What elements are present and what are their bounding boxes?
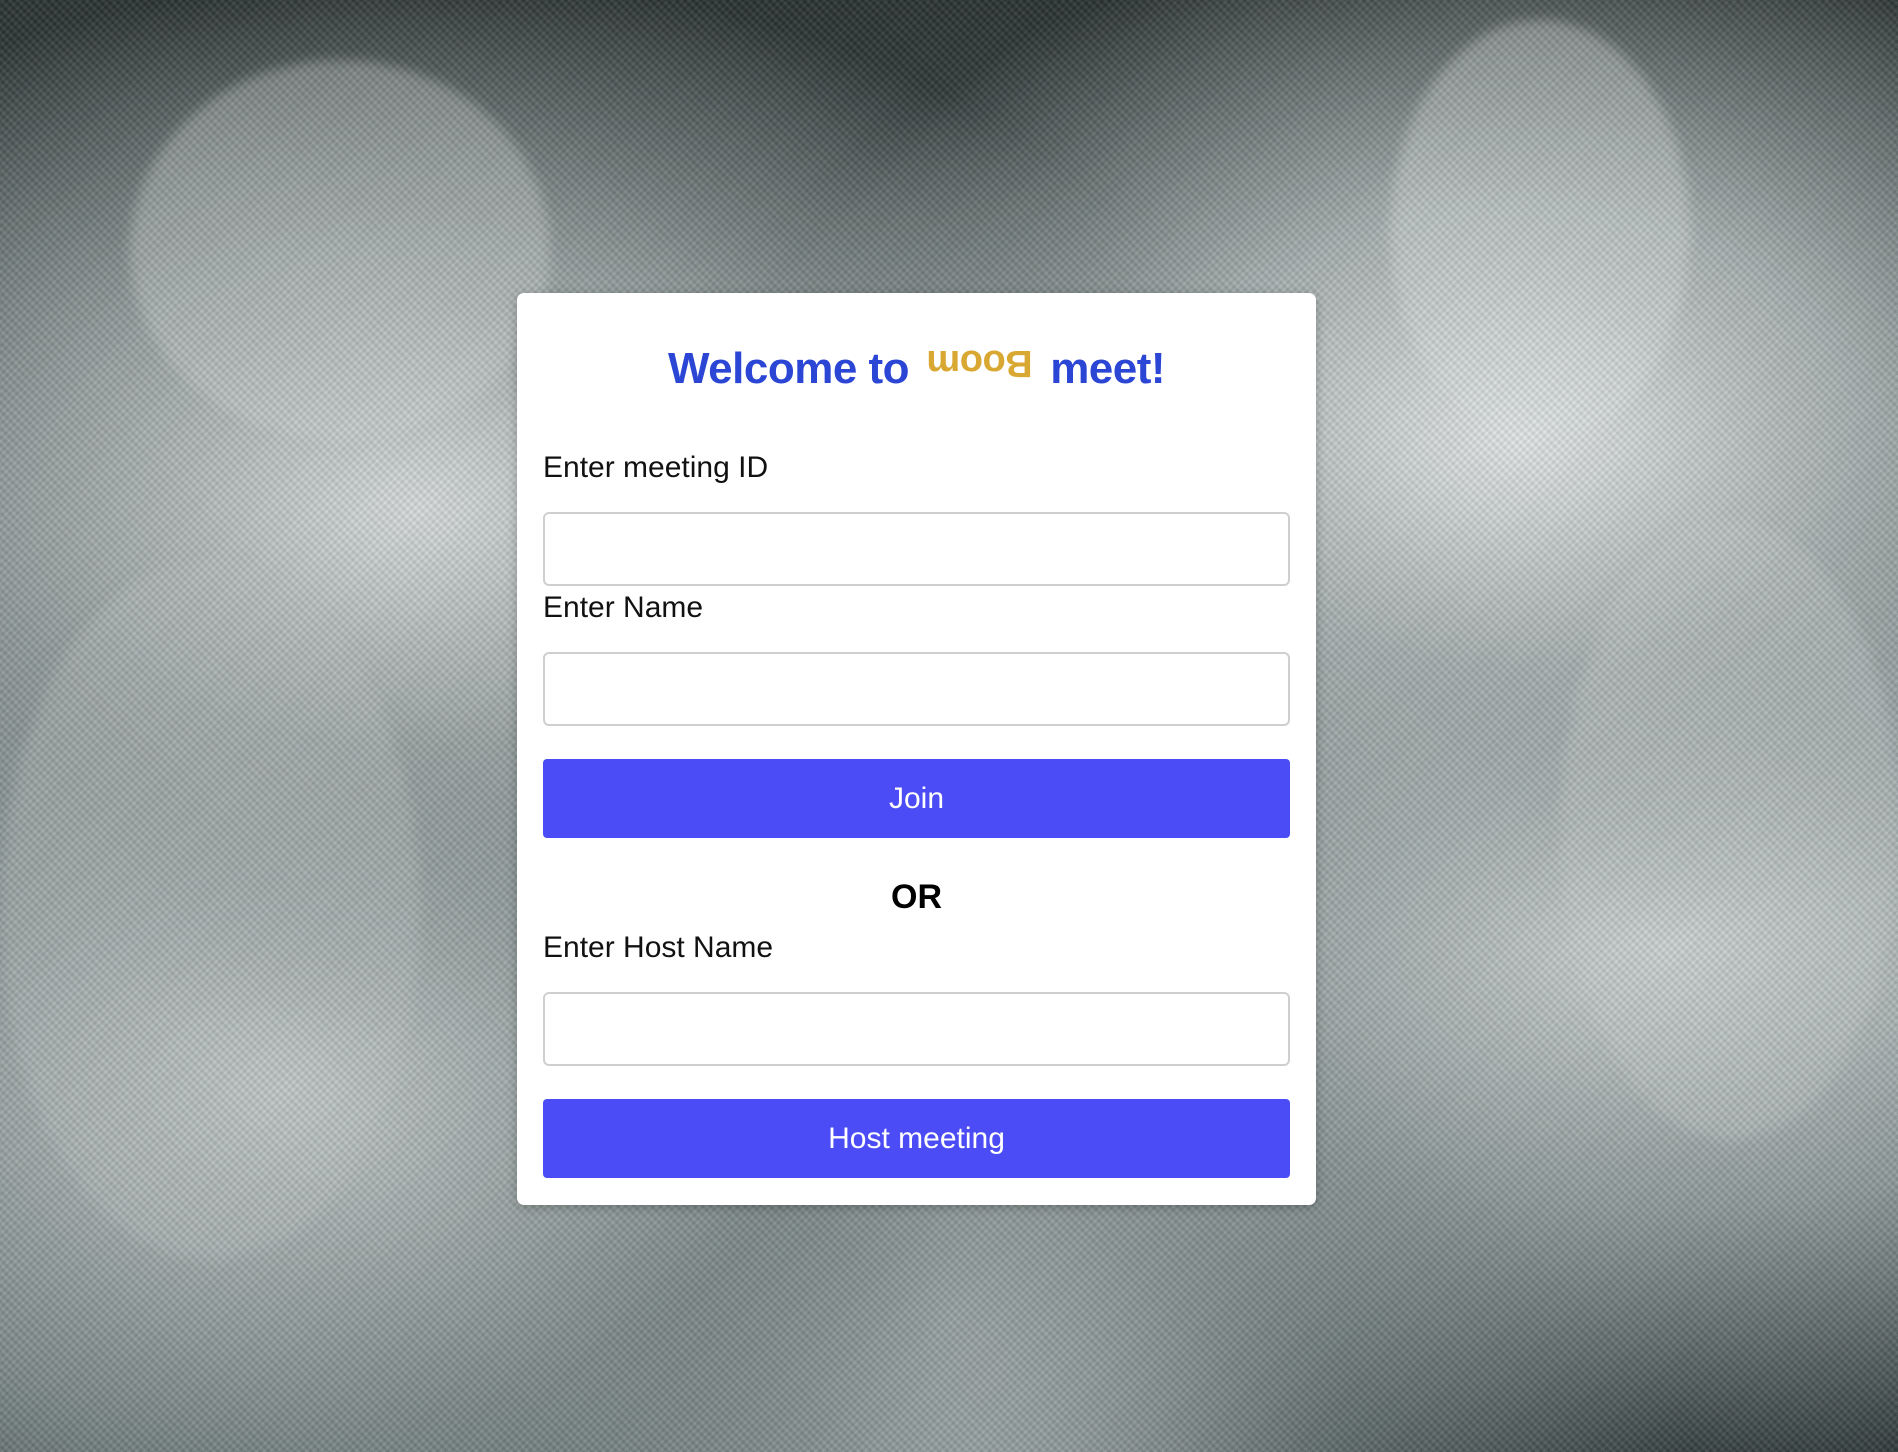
meeting-card: Welcome to Boom meet! Enter meeting ID E… xyxy=(517,293,1316,1205)
host-name-input[interactable] xyxy=(543,992,1290,1066)
title-prefix: Welcome to xyxy=(667,344,910,393)
name-input[interactable] xyxy=(543,652,1290,726)
join-button[interactable]: Join xyxy=(543,759,1290,838)
or-divider: OR xyxy=(891,878,942,916)
title-suffix: meet! xyxy=(1050,344,1166,393)
host-meeting-button[interactable]: Host meeting xyxy=(543,1099,1290,1178)
host-name-label: Enter Host Name xyxy=(543,931,774,964)
brand-logo-text: Boom xyxy=(926,342,1033,384)
page-title: Welcome to Boom meet! xyxy=(517,342,1316,393)
name-label: Enter Name xyxy=(543,591,704,624)
meeting-id-input[interactable] xyxy=(543,512,1290,586)
meeting-id-label: Enter meeting ID xyxy=(543,451,769,484)
